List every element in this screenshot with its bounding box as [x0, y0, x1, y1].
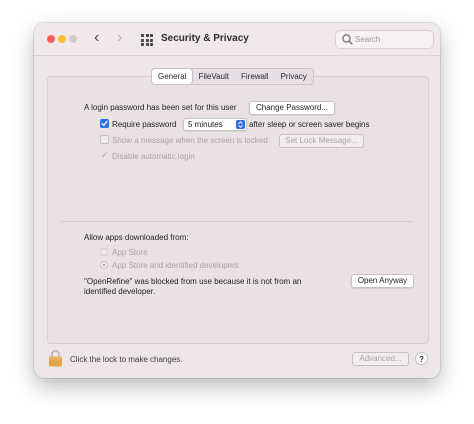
checkmark-icon [101, 120, 108, 127]
search-icon [342, 34, 353, 45]
show-message-checkbox[interactable] [100, 135, 109, 144]
zoom-window-button[interactable] [69, 35, 77, 43]
radio-app-store-label: App Store [112, 248, 148, 257]
radio-identified-developers-label: App Store and identified developers [112, 261, 239, 270]
disable-auto-login-label: Disable automatic login [112, 152, 195, 161]
disable-auto-login-checkbox[interactable]: ✓ [100, 151, 109, 160]
require-password-label: Require password [112, 120, 177, 129]
change-password-button[interactable]: Change Password... [249, 101, 335, 115]
search-field[interactable] [335, 30, 434, 49]
require-password-checkbox[interactable] [100, 119, 109, 128]
select-arrows-icon [236, 120, 245, 129]
close-window-button[interactable] [47, 35, 55, 43]
lock-instruction: Click the lock to make changes. [70, 355, 183, 364]
back-chevron-icon[interactable]: ‹ [94, 29, 99, 47]
tab-filevault[interactable]: FileVault [192, 69, 235, 84]
require-password-interval-select[interactable]: 5 minutes [183, 118, 247, 131]
set-lock-message-button[interactable]: Set Lock Message... [279, 134, 364, 148]
radio-identified-developers[interactable] [100, 261, 108, 269]
show-message-label: Show a message when the screen is locked [112, 136, 268, 145]
radio-app-store[interactable] [100, 248, 108, 256]
password-notice: A login password has been set for this u… [84, 103, 237, 112]
require-password-suffix: after sleep or screen saver begins [249, 120, 370, 129]
advanced-button[interactable]: Advanced... [352, 352, 409, 366]
blocked-message-line1: "OpenRefine" was blocked from use becaus… [84, 277, 302, 286]
tab-firewall[interactable]: Firewall [235, 69, 275, 84]
lock-icon[interactable] [48, 349, 63, 367]
allow-apps-heading: Allow apps downloaded from: [84, 233, 189, 242]
general-panel: A login password has been set for this u… [47, 76, 429, 344]
blocked-message-line2: identified developer. [84, 287, 156, 296]
window-title: Security & Privacy [161, 33, 249, 44]
show-all-grid-icon[interactable] [141, 34, 153, 46]
open-anyway-button[interactable]: Open Anyway [351, 274, 414, 288]
tab-privacy[interactable]: Privacy [275, 69, 313, 84]
title-bar: ‹ › Security & Privacy [34, 23, 440, 56]
help-button[interactable]: ? [415, 352, 428, 365]
content-area: General FileVault Firewall Privacy A log… [34, 56, 440, 378]
forward-chevron-icon[interactable]: › [117, 29, 122, 47]
preferences-window: ‹ › Security & Privacy General FileVault… [34, 23, 440, 378]
require-password-interval-value: 5 minutes [188, 120, 223, 129]
tab-bar: General FileVault Firewall Privacy [151, 68, 314, 85]
search-input[interactable] [355, 32, 429, 47]
section-divider [61, 221, 413, 222]
tab-general[interactable]: General [152, 69, 193, 84]
minimize-window-button[interactable] [58, 35, 66, 43]
